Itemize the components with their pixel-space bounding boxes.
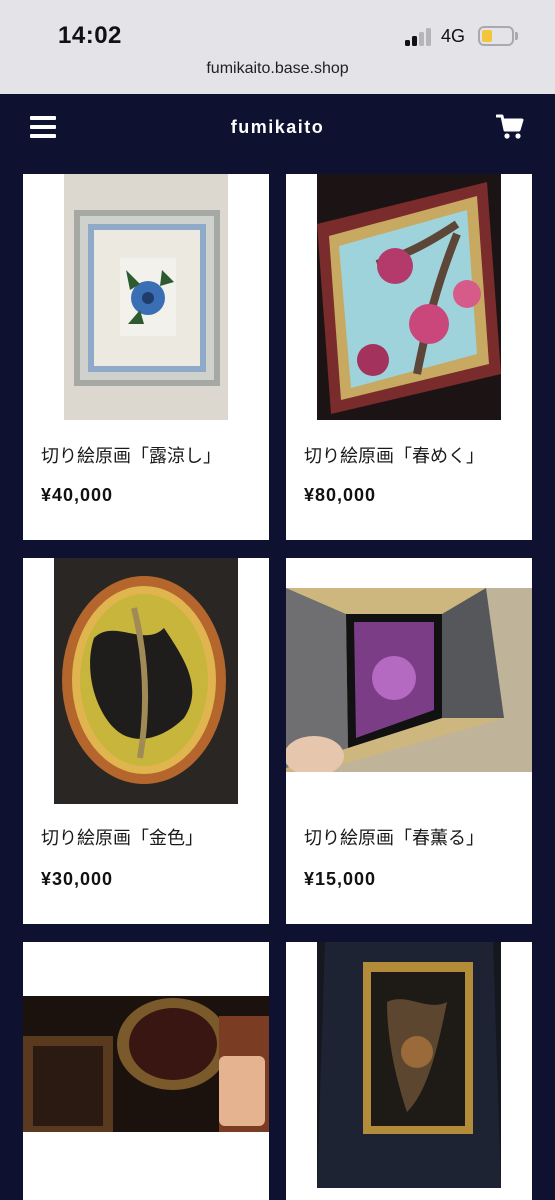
product-name[interactable]: 切り絵原画「露涼し」 xyxy=(41,442,221,468)
product-card[interactable]: 切り絵原画「金色」 ¥30,000 xyxy=(23,558,269,924)
product-price: ¥30,000 xyxy=(41,869,114,889)
product-image[interactable] xyxy=(286,588,532,772)
battery-icon xyxy=(478,26,514,46)
shop-title[interactable]: fumikaito xyxy=(0,117,555,138)
product-image[interactable] xyxy=(23,996,269,1132)
battery-tip xyxy=(515,32,518,40)
product-name[interactable]: 切り絵原画「春薫る」 xyxy=(304,824,484,850)
product-card[interactable]: 切り絵原画「春薫る」 ¥15,000 xyxy=(286,558,532,924)
shop-header: fumikaito xyxy=(0,94,555,160)
product-image[interactable] xyxy=(317,942,501,1188)
status-bar: 14:02 4G fumikaito.base.shop xyxy=(0,0,555,94)
status-time: 14:02 xyxy=(58,22,122,49)
product-price: ¥80,000 xyxy=(304,485,377,505)
cellular-signal-icon xyxy=(405,28,433,46)
network-type: 4G xyxy=(441,26,466,46)
product-image[interactable] xyxy=(54,558,238,804)
product-price: ¥15,000 xyxy=(304,869,377,889)
url-bar[interactable]: fumikaito.base.shop xyxy=(0,60,555,78)
product-name[interactable]: 切り絵原画「春めく」 xyxy=(304,442,484,468)
product-card[interactable] xyxy=(23,942,269,1200)
product-image[interactable] xyxy=(317,174,501,420)
product-image[interactable] xyxy=(64,174,228,420)
product-name[interactable]: 切り絵原画「金色」 xyxy=(41,824,203,850)
product-card[interactable]: 切り絵原画「春めく」 ¥80,000 xyxy=(286,174,532,540)
product-card[interactable] xyxy=(286,942,532,1200)
product-card[interactable]: 切り絵原画「露涼し」 ¥40,000 xyxy=(23,174,269,540)
product-price: ¥40,000 xyxy=(41,485,114,505)
shopping-cart-icon[interactable] xyxy=(496,114,524,140)
